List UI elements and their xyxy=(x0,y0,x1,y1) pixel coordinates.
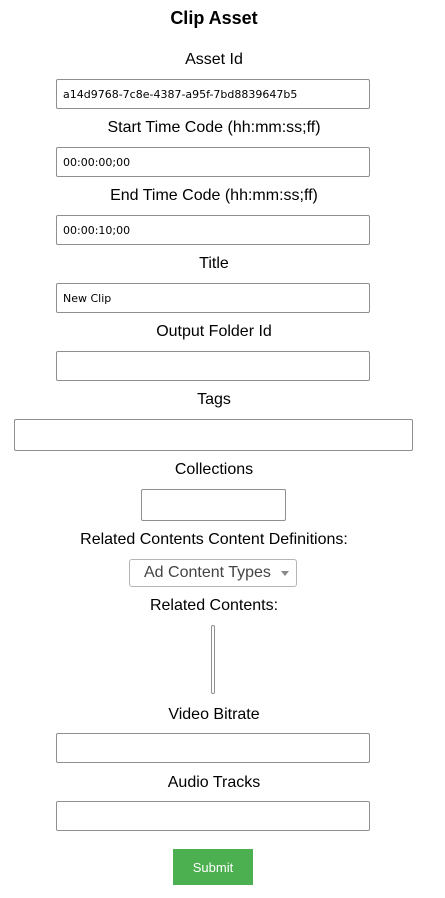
submit-button[interactable]: Submit xyxy=(173,849,253,885)
end-time-code-label: End Time Code (hh:mm:ss;ff) xyxy=(110,187,318,204)
form-title: Clip Asset xyxy=(170,8,258,28)
asset-id-value: a14d9768-7c8e-4387-a95f-7bd8839647b5 xyxy=(63,87,298,101)
asset-id-label: Asset Id xyxy=(185,51,243,68)
title-label: Title xyxy=(199,255,229,272)
related-content-definitions-label: Related Contents Content Definitions: xyxy=(80,531,348,548)
output-folder-id-input[interactable] xyxy=(56,351,370,381)
related-contents-label: Related Contents: xyxy=(149,597,279,614)
tags-input[interactable] xyxy=(14,419,413,451)
asset-id-input[interactable]: a14d9768-7c8e-4387-a95f-7bd8839647b5 xyxy=(56,79,370,109)
related-content-definitions-select[interactable]: Ad Content Types xyxy=(129,559,297,587)
output-folder-id-label: Output Folder Id xyxy=(156,323,272,340)
end-time-code-input[interactable]: 00:00:10;00 xyxy=(56,215,370,245)
chevron-down-icon xyxy=(281,571,289,576)
end-time-code-value: 00:00:10;00 xyxy=(63,223,131,237)
collections-input[interactable] xyxy=(141,489,286,521)
tags-label: Tags xyxy=(197,391,231,408)
collections-label: Collections xyxy=(174,461,254,478)
title-value: New Clip xyxy=(63,291,112,305)
video-bitrate-label: Video Bitrate xyxy=(168,706,260,723)
related-contents-listbox[interactable] xyxy=(211,625,215,694)
start-time-code-input[interactable]: 00:00:00;00 xyxy=(56,147,370,177)
related-content-definitions-selected: Ad Content Types xyxy=(144,564,271,581)
start-time-code-value: 00:00:00;00 xyxy=(63,155,131,169)
start-time-code-label: Start Time Code (hh:mm:ss;ff) xyxy=(107,119,321,136)
title-input[interactable]: New Clip xyxy=(56,283,370,313)
audio-tracks-label: Audio Tracks xyxy=(167,774,261,791)
video-bitrate-input[interactable] xyxy=(56,733,370,763)
audio-tracks-input[interactable] xyxy=(56,801,370,831)
